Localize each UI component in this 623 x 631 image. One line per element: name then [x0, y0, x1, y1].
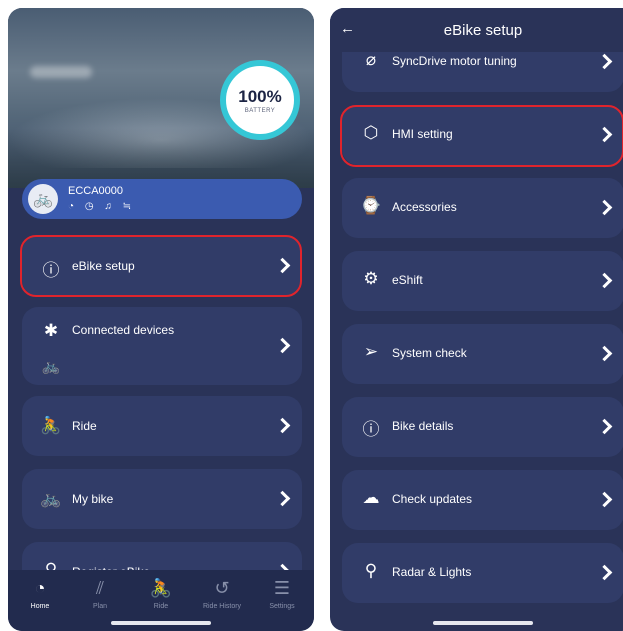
menu-label: Ride — [72, 419, 97, 433]
tab-bar: ◔ Home ⫽ Plan 🚴 Ride ↺ Ride History ☰ Se… — [8, 570, 314, 631]
menu-connected-devices[interactable]: ✱ Connected devices 🚲 — [22, 307, 302, 385]
gear-icon: ⚙ — [363, 269, 379, 288]
home-indicator — [433, 621, 533, 625]
highlight-box — [340, 105, 623, 167]
bike-avatar: 🚲 — [28, 184, 58, 214]
chevron-right-icon — [274, 417, 291, 434]
item-label: Check updates — [392, 492, 473, 506]
cloud-icon: ☁ — [362, 488, 380, 507]
item-label: eShift — [392, 273, 423, 287]
chevron-right-icon — [596, 199, 613, 216]
tab-plan[interactable]: ⫽ Plan — [70, 578, 130, 610]
user-name-blurred — [30, 66, 92, 78]
battery-percent: 100% — [238, 86, 282, 106]
item-accessories[interactable]: ⌚ Accessories — [342, 178, 623, 238]
bike-card[interactable]: 🚲 ECCA0000 ◔ ◷ ♫ ≒ — [22, 179, 302, 219]
bluetooth-icon: ✱ — [43, 321, 59, 340]
watch-icon: ⌚ — [360, 196, 382, 215]
chevron-right-icon — [596, 564, 613, 581]
chevron-right-icon — [596, 418, 613, 435]
item-radar-lights[interactable]: ⚲ Radar & Lights — [342, 543, 623, 603]
item-label: System check — [392, 346, 467, 360]
history-icon: ↺ — [214, 578, 230, 598]
item-eshift[interactable]: ⚙ eShift — [342, 251, 623, 311]
menu-label: Connected devices — [72, 323, 175, 337]
tab-label: Home — [30, 603, 50, 610]
cyclist-icon: 🚴 — [149, 578, 173, 598]
item-check-updates[interactable]: ☁ Check updates — [342, 470, 623, 530]
item-label: Bike details — [392, 419, 454, 433]
item-label: SyncDrive motor tuning — [392, 54, 517, 68]
tab-label: Plan — [92, 603, 107, 610]
highlight-box — [20, 235, 302, 297]
bike-icon: 🚲 — [41, 358, 61, 375]
tab-ride[interactable]: 🚴 Ride — [131, 578, 191, 610]
tab-home[interactable]: ◔ Home — [10, 578, 70, 610]
speedometer-icon: ◔ — [34, 578, 46, 598]
chevron-right-icon — [596, 53, 613, 70]
page-title: eBike setup — [443, 22, 523, 39]
navigation-arrow-icon: ➢ — [363, 342, 379, 361]
item-label: Accessories — [392, 200, 457, 214]
menu-ride[interactable]: 🚴 Ride — [22, 396, 302, 456]
gauge-icon: ⌀ — [365, 50, 377, 69]
ebike-setup-screen: ← eBike setup ⌀ SyncDrive motor tuning ⬡… — [330, 8, 623, 631]
battery-label: BATTERY — [244, 107, 276, 114]
chevron-right-icon — [274, 490, 291, 507]
header: ← eBike setup — [330, 8, 623, 52]
tab-ride-history[interactable]: ↺ Ride History — [192, 578, 252, 610]
chevron-right-icon — [596, 491, 613, 508]
bike-icon: 🚲 — [40, 489, 62, 508]
chevron-right-icon — [274, 337, 291, 354]
item-bike-details[interactable]: ⓘ Bike details — [342, 397, 623, 457]
tab-label: Ride History — [202, 603, 242, 610]
tab-label: Settings — [269, 603, 295, 610]
menu-my-bike[interactable]: 🚲 My bike — [22, 469, 302, 529]
road-icon: ⫽ — [95, 578, 105, 598]
home-screen: 100% BATTERY 🚲 ECCA0000 ◔ ◷ ♫ ≒ ⓘ eBike … — [8, 8, 314, 631]
chevron-right-icon — [596, 345, 613, 362]
tab-settings[interactable]: ☰ Settings — [252, 578, 312, 610]
item-label: Radar & Lights — [392, 565, 472, 579]
bike-name: ECCA0000 — [68, 185, 124, 197]
item-system-check[interactable]: ➢ System check — [342, 324, 623, 384]
cyclist-icon: 🚴 — [40, 416, 62, 435]
home-indicator — [111, 621, 211, 625]
battery-gauge: 100% BATTERY — [220, 60, 300, 140]
chevron-right-icon — [596, 272, 613, 289]
bike-status-icons: ◔ ◷ ♫ ≒ — [68, 201, 135, 212]
sliders-icon: ☰ — [273, 578, 291, 598]
menu-label: My bike — [72, 492, 114, 506]
tab-label: Ride — [153, 603, 169, 610]
radar-icon: ⚲ — [364, 561, 378, 580]
info-icon: ⓘ — [362, 420, 380, 439]
